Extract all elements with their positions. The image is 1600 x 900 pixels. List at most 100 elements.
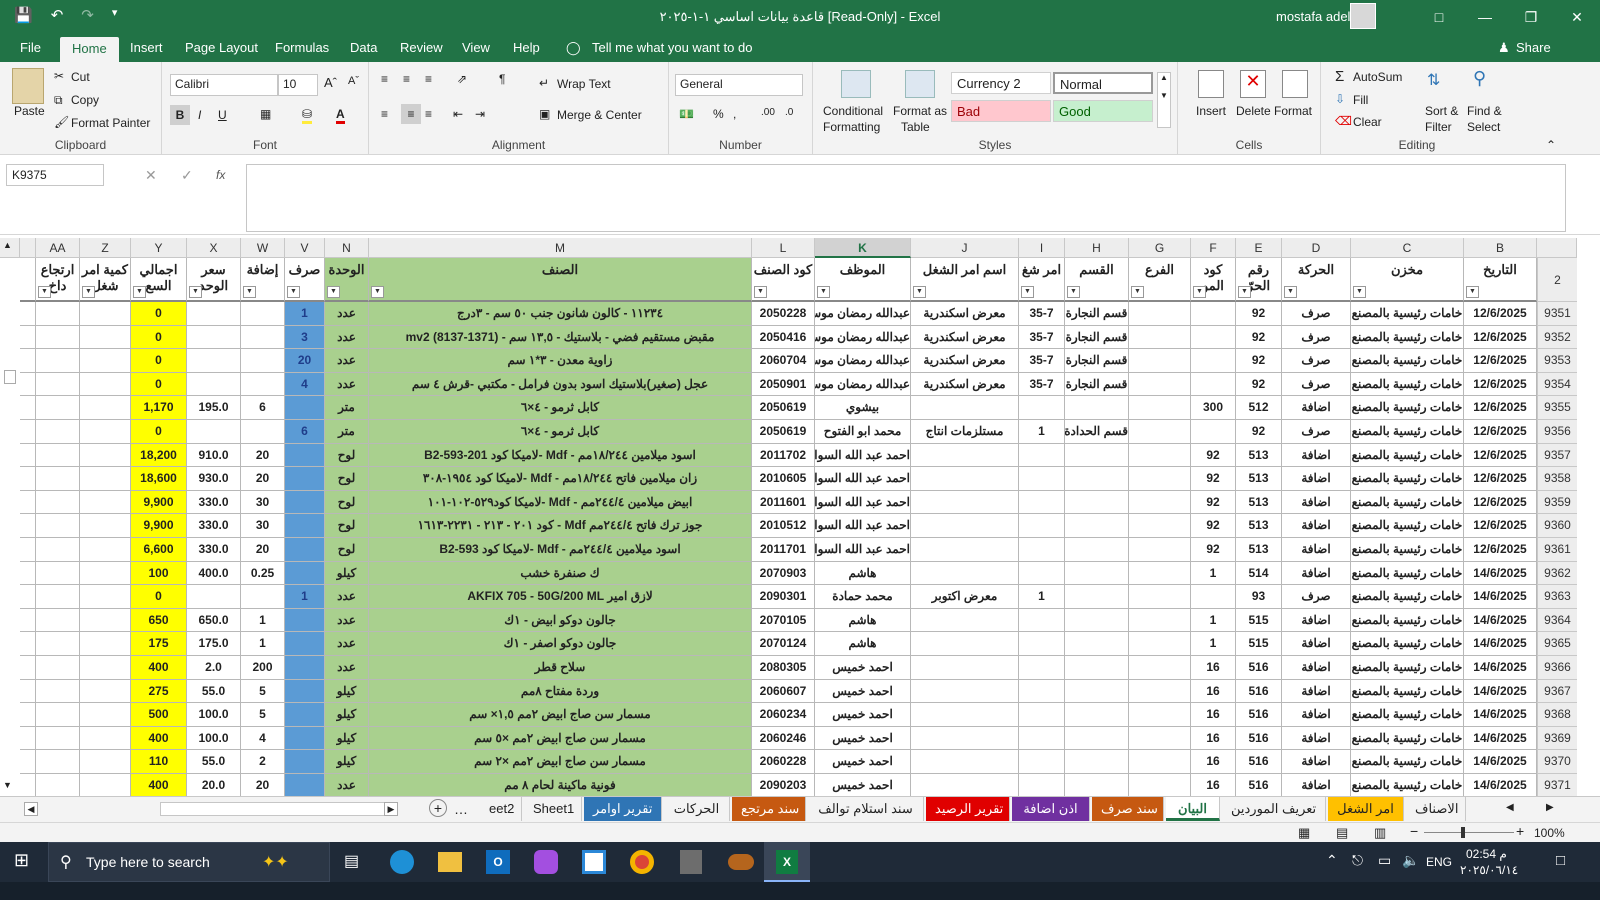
cell-h[interactable] [1065,396,1129,420]
cell-y[interactable]: 18,200 [131,443,187,468]
sheet-tab[interactable]: اذن اضافة [1012,797,1090,821]
cell-y[interactable]: 400 [131,726,187,751]
cell-h[interactable]: قسم النجارة [1065,349,1129,373]
cell-b[interactable]: 14/6/2025 [1464,726,1537,751]
cell-i[interactable] [1019,608,1065,633]
cell-y[interactable]: 0 [131,420,187,444]
row-header[interactable]: 9368 [1537,703,1577,727]
cell-n[interactable]: كيلو [325,750,369,774]
cell-l[interactable]: 2011702 [752,443,815,468]
bold-button[interactable]: B [170,105,190,125]
cell-k[interactable]: عبدالله رمضان موسي [815,349,911,373]
cell-l[interactable]: 2060234 [752,703,815,727]
cell-z[interactable] [80,325,131,350]
cell-m[interactable]: كابل ثرمو - ٤×٦ [369,396,752,420]
cell-e[interactable]: 512 [1236,396,1282,420]
insert-cells-button[interactable]: Insert [1196,104,1226,118]
header-cell-g[interactable]: الفرع ▼ [1129,258,1191,302]
cell-g[interactable] [1129,726,1191,751]
cell-y[interactable]: 650 [131,608,187,633]
cell-m[interactable]: مقبض مستقيم فضي - بلاستيك - ١٣,٥ سم - (1… [369,325,752,350]
header-cell-b[interactable]: التاريخ ▼ [1464,258,1537,302]
cell-l[interactable]: 2090203 [752,774,815,796]
cell-h[interactable] [1065,774,1129,796]
cell-m[interactable]: عجل (صغير)بلاستيك اسود بدون فرامل - مكتب… [369,372,752,397]
cell-y[interactable]: 100 [131,561,187,586]
cell-g[interactable] [1129,703,1191,727]
cell-z[interactable] [80,372,131,397]
cell-aa[interactable] [36,679,80,704]
increase-decimal-icon[interactable]: .00 [761,107,775,118]
calculator-icon[interactable] [680,850,702,874]
cell-n[interactable]: متر [325,420,369,444]
cut-icon[interactable]: ✂ [54,69,64,83]
cell-f[interactable]: 16 [1191,703,1236,727]
cell-c[interactable]: خامات رئيسية بالمصنع [1351,608,1464,633]
cell-g[interactable] [1129,420,1191,444]
format-painter-button[interactable]: Format Painter [71,116,150,130]
cell-j[interactable] [911,514,1019,538]
header-cell-v[interactable]: صرف ▼ [285,258,325,302]
cell-i[interactable] [1019,490,1065,515]
scroll-left-button[interactable]: ◀ [24,802,38,816]
clear-button[interactable]: Clear [1353,115,1382,129]
cell-j[interactable]: معرض اسكندرية [911,325,1019,350]
copy-button[interactable]: Copy [71,93,99,107]
column-header-gutter[interactable] [20,238,36,258]
cell-n[interactable]: كيلو [325,726,369,751]
filter-dropdown-icon[interactable]: ▼ [817,286,830,298]
cell-x[interactable]: 930.0 [187,467,241,491]
cell-w[interactable] [241,349,285,373]
excel-icon[interactable]: X [776,850,798,874]
cell-j[interactable] [911,443,1019,468]
tell-me-search[interactable]: Tell me what you want to do [592,40,752,55]
row-header[interactable]: 9362 [1537,561,1577,586]
cell-aa[interactable] [36,467,80,491]
cell-m[interactable]: ابيض ميلامين ٢٤٤/٤مم - Mdf -لاميكا كود٥٢… [369,490,752,515]
header-cell-l[interactable]: كود الصنف ▼ [752,258,815,302]
cell-b[interactable]: 12/6/2025 [1464,467,1537,491]
wrap-text-button[interactable]: Wrap Text [557,77,611,91]
cell-b[interactable]: 14/6/2025 [1464,561,1537,586]
cell-x[interactable]: 330.0 [187,490,241,515]
cell-d[interactable]: صرف [1282,349,1351,373]
cell-g[interactable] [1129,774,1191,796]
cell-e[interactable]: 513 [1236,467,1282,491]
cell-c[interactable]: خامات رئيسية بالمصنع [1351,443,1464,468]
cell-v[interactable] [285,632,325,656]
cell-l[interactable]: 2070903 [752,561,815,586]
cell-y[interactable]: 9,900 [131,514,187,538]
cell-d[interactable]: اضافة [1282,538,1351,562]
row-header-corner[interactable] [1537,238,1577,258]
cell-d[interactable]: اضافة [1282,726,1351,751]
sheet-tab[interactable]: تعريف الموردين [1222,797,1326,821]
cell-k[interactable]: عبدالله رمضان موسي [815,372,911,397]
cell-i[interactable] [1019,656,1065,680]
cell-z[interactable] [80,302,131,326]
cell-z[interactable] [80,467,131,491]
cell-v[interactable]: 1 [285,302,325,326]
cell-b[interactable]: 12/6/2025 [1464,302,1537,326]
cell-w[interactable] [241,302,285,326]
cell-c[interactable]: خامات رئيسية بالمصنع [1351,679,1464,704]
cell-b[interactable]: 12/6/2025 [1464,396,1537,420]
cell-aa[interactable] [36,750,80,774]
fill-color-icon[interactable]: ⛁ [302,107,313,124]
cell-g[interactable] [1129,538,1191,562]
cell-l[interactable]: 2050228 [752,302,815,326]
cell-aa[interactable] [36,561,80,586]
cell-aa[interactable] [36,703,80,727]
collapse-ribbon-icon[interactable]: ⌃ [1546,138,1556,152]
cell-z[interactable] [80,750,131,774]
cell-k[interactable]: احمد خميس [815,656,911,680]
tab-review[interactable]: Review [400,40,443,55]
cell-e[interactable]: 92 [1236,349,1282,373]
cell-c[interactable]: خامات رئيسية بالمصنع [1351,349,1464,373]
cell-f[interactable]: 16 [1191,774,1236,796]
cell-i[interactable] [1019,467,1065,491]
row-header[interactable]: 9351 [1537,302,1577,326]
row-header[interactable]: 9353 [1537,349,1577,373]
cell-l[interactable]: 2010605 [752,467,815,491]
volume-icon[interactable]: 🔈 [1402,852,1419,869]
cell-v[interactable] [285,703,325,727]
